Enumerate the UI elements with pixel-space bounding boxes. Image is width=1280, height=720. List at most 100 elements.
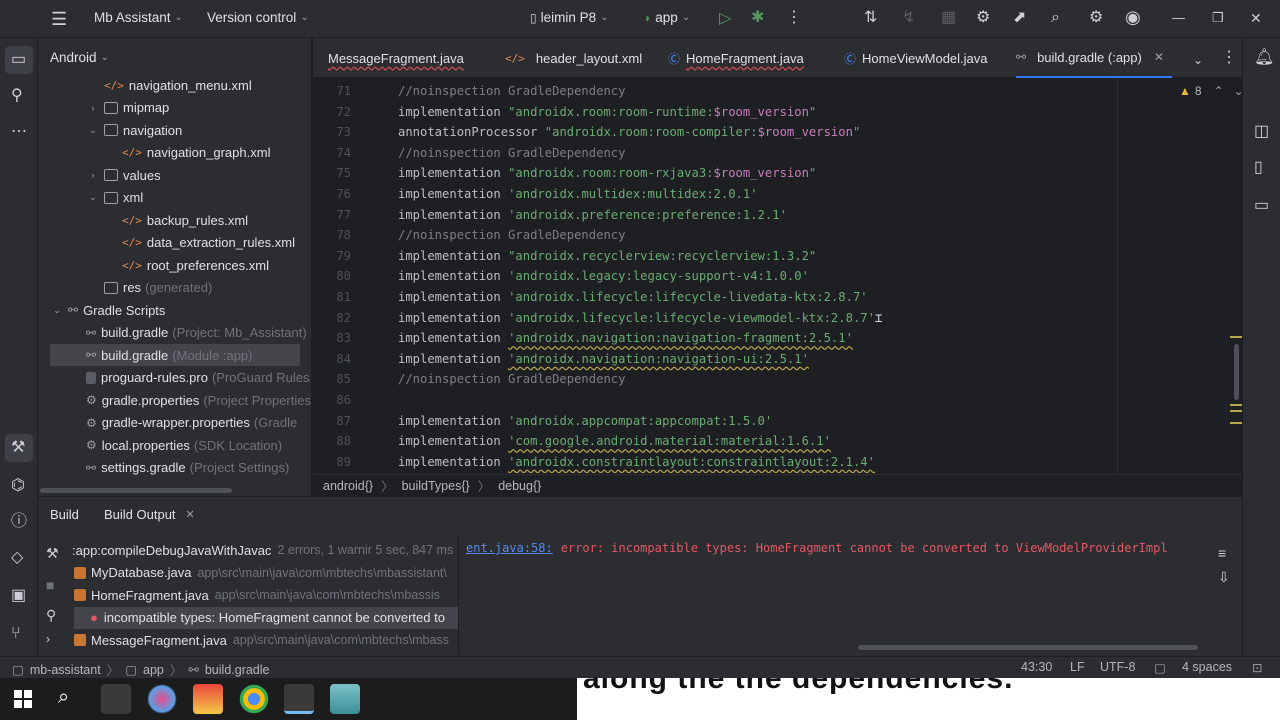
running-devices-icon[interactable]: ▭ <box>1254 198 1269 214</box>
vcs-selector[interactable]: Version control ⌄ <box>207 10 309 25</box>
run-icon[interactable]: ▷ <box>719 11 731 27</box>
tree-item[interactable]: ⚯ build.gradle (Project: Mb_Assistant) <box>86 322 307 344</box>
tree-item[interactable]: ⚙ gradle-wrapper.properties (Gradle <box>86 412 297 434</box>
sync-gradle-icon[interactable]: ⇅ <box>864 10 877 26</box>
tab-home-fragment[interactable]: Ⓒ HomeFragment.java <box>668 38 804 78</box>
line-separator[interactable]: LF <box>1070 660 1085 674</box>
close-tab-icon[interactable]: ✕ <box>186 508 195 521</box>
previous-highlight-icon[interactable]: ⌃ <box>1214 84 1224 98</box>
sdk-manager-icon[interactable]: ⬈ <box>1013 10 1026 26</box>
run-config-selector[interactable]: ◗ app ⌄ <box>644 10 690 25</box>
tab-list-chevron-icon[interactable]: ⌄ <box>1193 52 1203 68</box>
caret-position[interactable]: 43:30 <box>1021 660 1052 674</box>
search-icon[interactable]: ⌕ <box>1051 10 1060 26</box>
build-file-row[interactable]: HomeFragment.java app\src\main\java\com\m… <box>74 584 440 606</box>
tree-item[interactable]: ⚯ settings.gradle (Project Settings) <box>86 457 289 479</box>
build-output-console[interactable]: ent.java:58: error: incompatible types: … <box>466 537 1206 559</box>
nav-item[interactable]: build.gradle <box>205 663 270 677</box>
build-tool-button[interactable]: ⚒ <box>5 434 33 462</box>
app-quality-icon[interactable]: ◇ <box>11 550 23 566</box>
scroll-to-end-icon[interactable]: ⇩ <box>1218 569 1230 585</box>
terminal-app-icon[interactable] <box>101 684 131 714</box>
build-file-row[interactable]: MessageFragment.java app\src\main\java\co… <box>74 629 449 651</box>
main-menu-icon[interactable]: ☰ <box>51 10 67 28</box>
android-studio-icon[interactable] <box>284 684 314 714</box>
build-file-row[interactable]: MyDatabase.java app\src\main\java\com\mbt… <box>74 562 447 584</box>
hammer-icon[interactable]: ⚒ <box>46 545 59 561</box>
stop-icon[interactable]: ▦ <box>941 10 956 26</box>
search-icon[interactable]: ⌕ <box>58 687 69 707</box>
nav-item[interactable]: mb-assistant <box>30 663 101 677</box>
minimize-icon[interactable]: — <box>1172 10 1185 26</box>
notepad-app-icon[interactable] <box>330 684 360 714</box>
more-tools-icon[interactable]: ⋯ <box>11 124 27 140</box>
indent-setting[interactable]: 4 spaces <box>1182 660 1232 674</box>
tree-item-selected[interactable]: ⚯ build.gradle (Module :app) <box>50 344 300 366</box>
apply-changes-icon[interactable]: ↯ <box>902 10 915 26</box>
media-app-icon[interactable] <box>193 684 223 714</box>
gradle-tool-icon[interactable]: ◫ <box>1254 124 1269 140</box>
stop-build-icon[interactable]: ■ <box>46 577 54 593</box>
readonly-toggle-icon[interactable]: ▢ <box>1154 660 1166 675</box>
output-horizontal-scrollbar[interactable] <box>858 645 1198 650</box>
vertical-scrollbar[interactable] <box>1234 344 1239 400</box>
tree-item[interactable]: ⚙ gradle.properties (Project Properties <box>86 389 311 411</box>
color-picker-app-icon[interactable] <box>147 684 177 714</box>
close-icon[interactable]: ✕ <box>1250 10 1262 26</box>
file-encoding[interactable]: UTF-8 <box>1100 660 1135 674</box>
device-selector[interactable]: ▯ leimin P8 ⌄ <box>530 10 609 25</box>
tab-home-viewmodel[interactable]: Ⓒ HomeViewModel.java <box>844 38 988 78</box>
account-icon[interactable]: ◉ <box>1125 8 1141 26</box>
tree-item[interactable]: </> backup_rules.xml <box>122 209 248 231</box>
build-error-row[interactable]: ● incompatible types: HomeFragment cannot… <box>74 606 458 629</box>
git-icon[interactable]: ⑂ <box>11 626 21 642</box>
tree-item[interactable]: ⌄ navigation <box>86 119 182 141</box>
logcat-icon[interactable]: ⌬ <box>11 478 25 494</box>
debug-icon[interactable]: ✱ <box>751 10 764 26</box>
breadcrumb-item[interactable]: debug{} <box>498 479 541 493</box>
project-tool-button[interactable]: ▭ <box>5 46 33 74</box>
tree-item[interactable]: ⌄ xml <box>86 187 143 209</box>
project-view-selector[interactable]: Android ⌄ <box>50 50 109 65</box>
breadcrumb-item[interactable]: android{} <box>323 479 373 493</box>
tab-build-gradle-app[interactable]: ⚯ build.gradle (:app) ✕ <box>1016 38 1172 78</box>
device-manager-icon[interactable]: ⚙ <box>976 10 990 26</box>
more-tabs-icon[interactable]: ⋮ <box>1221 50 1237 66</box>
tree-item[interactable]: </> data_extraction_rules.xml <box>122 232 295 254</box>
windows-start-icon[interactable] <box>14 690 32 708</box>
tab-build-output[interactable]: Build Output ✕ <box>104 507 195 522</box>
horizontal-scrollbar[interactable] <box>40 488 232 493</box>
tab-message-fragment[interactable]: MessageFragment.java <box>328 38 464 78</box>
soft-wrap-icon[interactable]: ≡ <box>1218 545 1226 561</box>
device-manager-icon[interactable]: ▯ <box>1254 160 1263 176</box>
code-area[interactable]: 71 //noinspection GradleDependency 72 impl… <box>313 81 1193 473</box>
nav-item[interactable]: app <box>143 663 164 677</box>
lock-icon[interactable]: ⊡ <box>1252 660 1262 675</box>
restore-icon[interactable]: ❐ <box>1212 10 1224 26</box>
expand-icon[interactable]: › <box>46 631 50 647</box>
tree-item[interactable]: › values <box>86 164 161 186</box>
next-highlight-icon[interactable]: ⌄ <box>1234 84 1244 98</box>
tree-item[interactable]: </> root_preferences.xml <box>122 254 269 276</box>
tree-item[interactable]: ⌄ ⚯ Gradle Scripts <box>50 299 165 321</box>
resource-manager-icon[interactable]: ⚲ <box>11 88 23 104</box>
tree-item[interactable]: </> navigation_graph.xml <box>122 142 270 164</box>
pin-icon[interactable]: ⚲ <box>46 607 56 623</box>
breadcrumb-item[interactable]: buildTypes{} <box>402 479 470 493</box>
tree-item[interactable]: </> navigation_menu.xml <box>104 74 252 96</box>
terminal-icon[interactable]: ▣ <box>11 588 26 604</box>
tree-item[interactable]: › mipmap <box>86 97 170 119</box>
tab-header-layout[interactable]: </> header_layout.xml <box>505 38 642 78</box>
chrome-icon[interactable] <box>239 684 269 714</box>
build-task-row[interactable]: :app:compileDebugJavaWithJavac 2 errors, … <box>72 539 453 561</box>
tree-item[interactable]: res (generated) <box>86 277 212 299</box>
tree-item[interactable]: ⚙ local.properties (SDK Location) <box>86 434 282 456</box>
project-selector[interactable]: Mb Assistant ⌄ <box>94 10 183 25</box>
tree-item[interactable]: proguard-rules.pro (ProGuard Rules <box>86 367 310 389</box>
notifications-icon[interactable]: 🔔︎ <box>1254 50 1274 66</box>
close-tab-icon[interactable]: ✕ <box>1154 50 1164 64</box>
problems-icon[interactable]: ⓘ <box>11 514 27 530</box>
output-file-link[interactable]: ent.java:58: <box>466 541 553 555</box>
settings-gear-icon[interactable]: ⚙ <box>1089 10 1103 26</box>
more-actions-icon[interactable]: ⋮ <box>786 10 802 26</box>
